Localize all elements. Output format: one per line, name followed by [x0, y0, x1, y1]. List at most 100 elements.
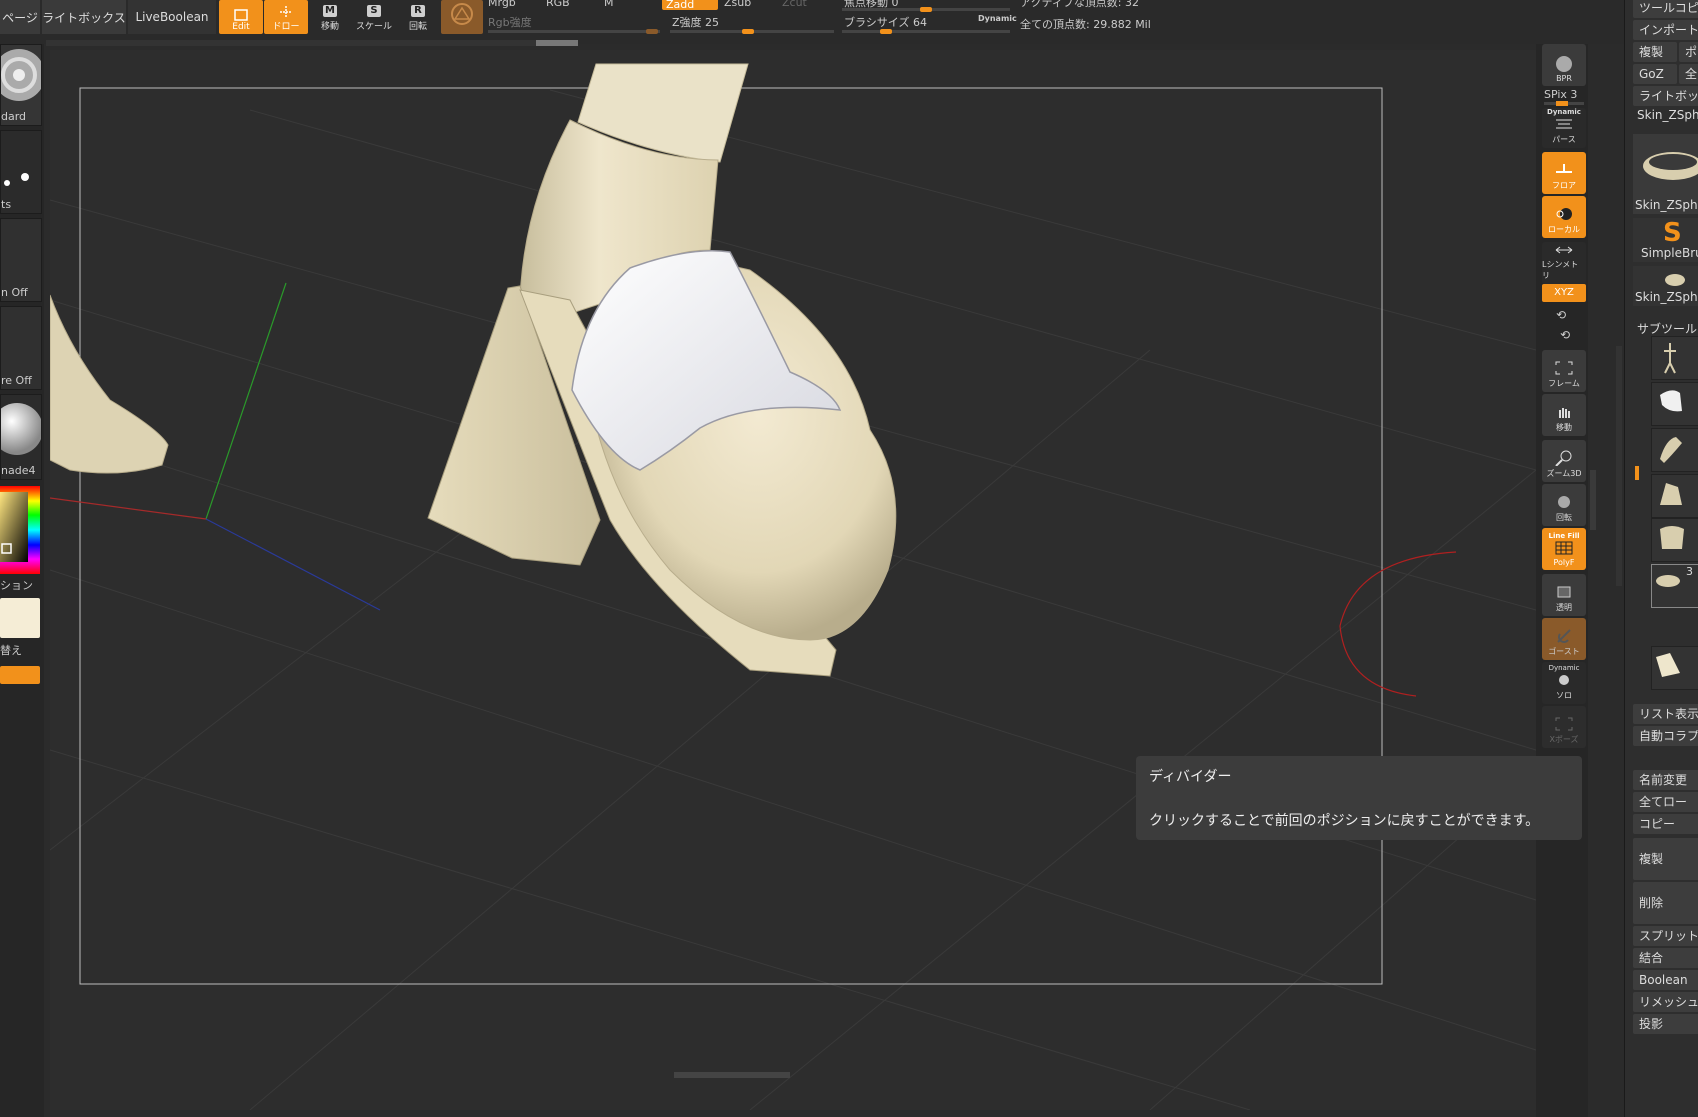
slider-thumb[interactable]: [880, 29, 892, 34]
remesh-button[interactable]: リメッシュ: [1633, 992, 1698, 1012]
rotate-z-icon[interactable]: ⟲: [1560, 328, 1570, 342]
zoom3d-button[interactable]: ズーム3D: [1542, 440, 1586, 482]
rgb-intensity-slider[interactable]: [488, 29, 660, 34]
z-intensity-slider[interactable]: [670, 29, 834, 34]
alpha-thumbnail[interactable]: n Off: [0, 218, 42, 302]
texture-label: re Off: [1, 374, 32, 387]
hand-icon: [1559, 408, 1570, 418]
goz-button[interactable]: GoZ: [1633, 64, 1677, 84]
skin-zsphere-thumb-icon: [1643, 152, 1698, 180]
palette-divider[interactable]: [1616, 346, 1622, 586]
material-sphere-icon: [1, 403, 41, 455]
rgb-toggle[interactable]: RGB: [546, 0, 570, 9]
local-button[interactable]: ローカル: [1542, 196, 1586, 238]
xyz-button[interactable]: XYZ: [1542, 284, 1586, 302]
bpr-button[interactable]: BPR: [1542, 44, 1586, 86]
goz-all-button[interactable]: 全: [1679, 64, 1698, 84]
3d-viewport[interactable]: [50, 50, 1536, 1110]
zadd-toggle[interactable]: Zadd: [662, 0, 718, 11]
tool-thumbnail-main[interactable]: Skin_ZSphe: [1633, 134, 1698, 214]
brush-thumbnail[interactable]: dard: [0, 44, 42, 126]
bottom-scroll-handle[interactable]: [674, 1072, 790, 1078]
subtool-scroll-thumb[interactable]: [1635, 466, 1639, 480]
tool-copy-button[interactable]: ツールコピ: [1633, 0, 1698, 18]
subtool-item[interactable]: [1651, 518, 1698, 562]
perspective-button[interactable]: Dynamic パース: [1542, 108, 1586, 148]
dynamic-label[interactable]: Dynamic: [978, 14, 1017, 23]
texture-thumbnail[interactable]: re Off: [0, 306, 42, 390]
slider-thumb[interactable]: [742, 29, 754, 34]
subtool-item[interactable]: [1651, 646, 1698, 690]
liveboolean-button[interactable]: LiveBoolean: [128, 0, 216, 34]
ghost-label: ゴースト: [1548, 647, 1580, 656]
stroke-thumbnail[interactable]: ts: [0, 130, 42, 214]
mrgb-toggle[interactable]: Mrgb: [488, 0, 516, 9]
draw-button[interactable]: ドロー: [264, 0, 308, 34]
list-view-button[interactable]: リスト表示: [1633, 704, 1698, 724]
tool-thumbnail-3[interactable]: Skin_ZSphe: [1633, 266, 1698, 306]
focal-shift-slider[interactable]: [842, 7, 1010, 12]
zcut-toggle[interactable]: Zcut: [782, 0, 807, 9]
material-sphere-button[interactable]: [441, 0, 483, 34]
spix-slider[interactable]: [1544, 101, 1584, 106]
move-icon: M: [323, 5, 337, 17]
slider-thumb[interactable]: [1556, 101, 1568, 106]
rotate-view-button[interactable]: 回転: [1542, 484, 1586, 526]
project-button[interactable]: 投影: [1633, 1014, 1698, 1034]
move-button[interactable]: M 移動: [310, 0, 350, 34]
zsub-toggle[interactable]: Zsub: [724, 0, 751, 9]
xpose-button[interactable]: Xポーズ: [1542, 706, 1586, 748]
switch-color-label[interactable]: 替え: [0, 642, 22, 658]
merge-button[interactable]: 結合: [1633, 948, 1698, 968]
transp-label: 透明: [1556, 603, 1572, 612]
subtool-item[interactable]: [1651, 474, 1698, 518]
ghost-button[interactable]: ゴースト: [1542, 618, 1586, 660]
divider-handle[interactable]: [1590, 470, 1596, 530]
solo-button[interactable]: Dynamic ソロ: [1542, 662, 1586, 704]
rotate-y-icon[interactable]: ⟲: [1556, 308, 1566, 322]
subtool-item[interactable]: [1651, 382, 1698, 426]
figure-icon: [1664, 343, 1676, 374]
dynamic-persp-label: Dynamic: [1547, 108, 1581, 116]
material-thumbnail[interactable]: nade4: [0, 394, 42, 480]
clone-button[interactable]: 複製: [1633, 42, 1677, 62]
subtool-item[interactable]: [1651, 336, 1698, 380]
move-view-button[interactable]: 移動: [1542, 394, 1586, 436]
edit-button[interactable]: Edit: [219, 0, 263, 34]
slider-thumb[interactable]: [920, 7, 932, 12]
subtool-item[interactable]: [1651, 428, 1698, 472]
copy-button[interactable]: コピー: [1633, 814, 1698, 834]
page-tab[interactable]: ページ: [0, 0, 40, 34]
duplicate-button[interactable]: 複製: [1633, 838, 1698, 880]
color-picker[interactable]: [0, 486, 40, 574]
simple-brush-thumbnail[interactable]: S SimpleBru: [1633, 218, 1698, 262]
all-low-button[interactable]: 全てロー: [1633, 792, 1698, 812]
scrollbar-thumb[interactable]: [536, 40, 578, 46]
subtool-header[interactable]: サブツール: [1637, 320, 1697, 337]
rename-button[interactable]: 名前変更: [1633, 770, 1698, 790]
split-button[interactable]: スプリット: [1633, 926, 1698, 946]
symmetry-button[interactable]: Lシンメトリ: [1542, 242, 1586, 284]
main-color-swatch[interactable]: [0, 598, 40, 638]
auto-collapse-button[interactable]: 自動コラプ: [1633, 726, 1698, 746]
color-switch-bar[interactable]: [0, 666, 40, 684]
rotate-button[interactable]: R 回転: [398, 0, 438, 34]
subtool-item-selected[interactable]: 3: [1651, 564, 1698, 608]
slider-thumb[interactable]: [646, 29, 658, 34]
lightbox-button[interactable]: ライトボックス: [42, 0, 126, 34]
boolean-button[interactable]: Boolean: [1633, 970, 1698, 990]
delete-button[interactable]: 削除: [1633, 882, 1698, 924]
canvas-scene[interactable]: [50, 50, 1536, 1110]
color-gradient-picker[interactable]: [0, 486, 40, 574]
frame-button[interactable]: フレーム: [1542, 350, 1586, 392]
floor-button[interactable]: フロア: [1542, 152, 1586, 194]
m-toggle[interactable]: M: [604, 0, 614, 9]
lightbox-tools-button[interactable]: ライトボッ: [1633, 86, 1698, 106]
polyframe-button[interactable]: Line Fill PolyF: [1542, 528, 1586, 570]
brush-size-slider[interactable]: [842, 29, 1010, 34]
polymesh-button[interactable]: ポ: [1679, 42, 1698, 62]
transparency-button[interactable]: 透明: [1542, 574, 1586, 616]
scale-button[interactable]: S スケール: [354, 0, 394, 34]
import-button[interactable]: インポート: [1633, 20, 1698, 40]
horizontal-scrollbar[interactable]: [46, 40, 578, 46]
